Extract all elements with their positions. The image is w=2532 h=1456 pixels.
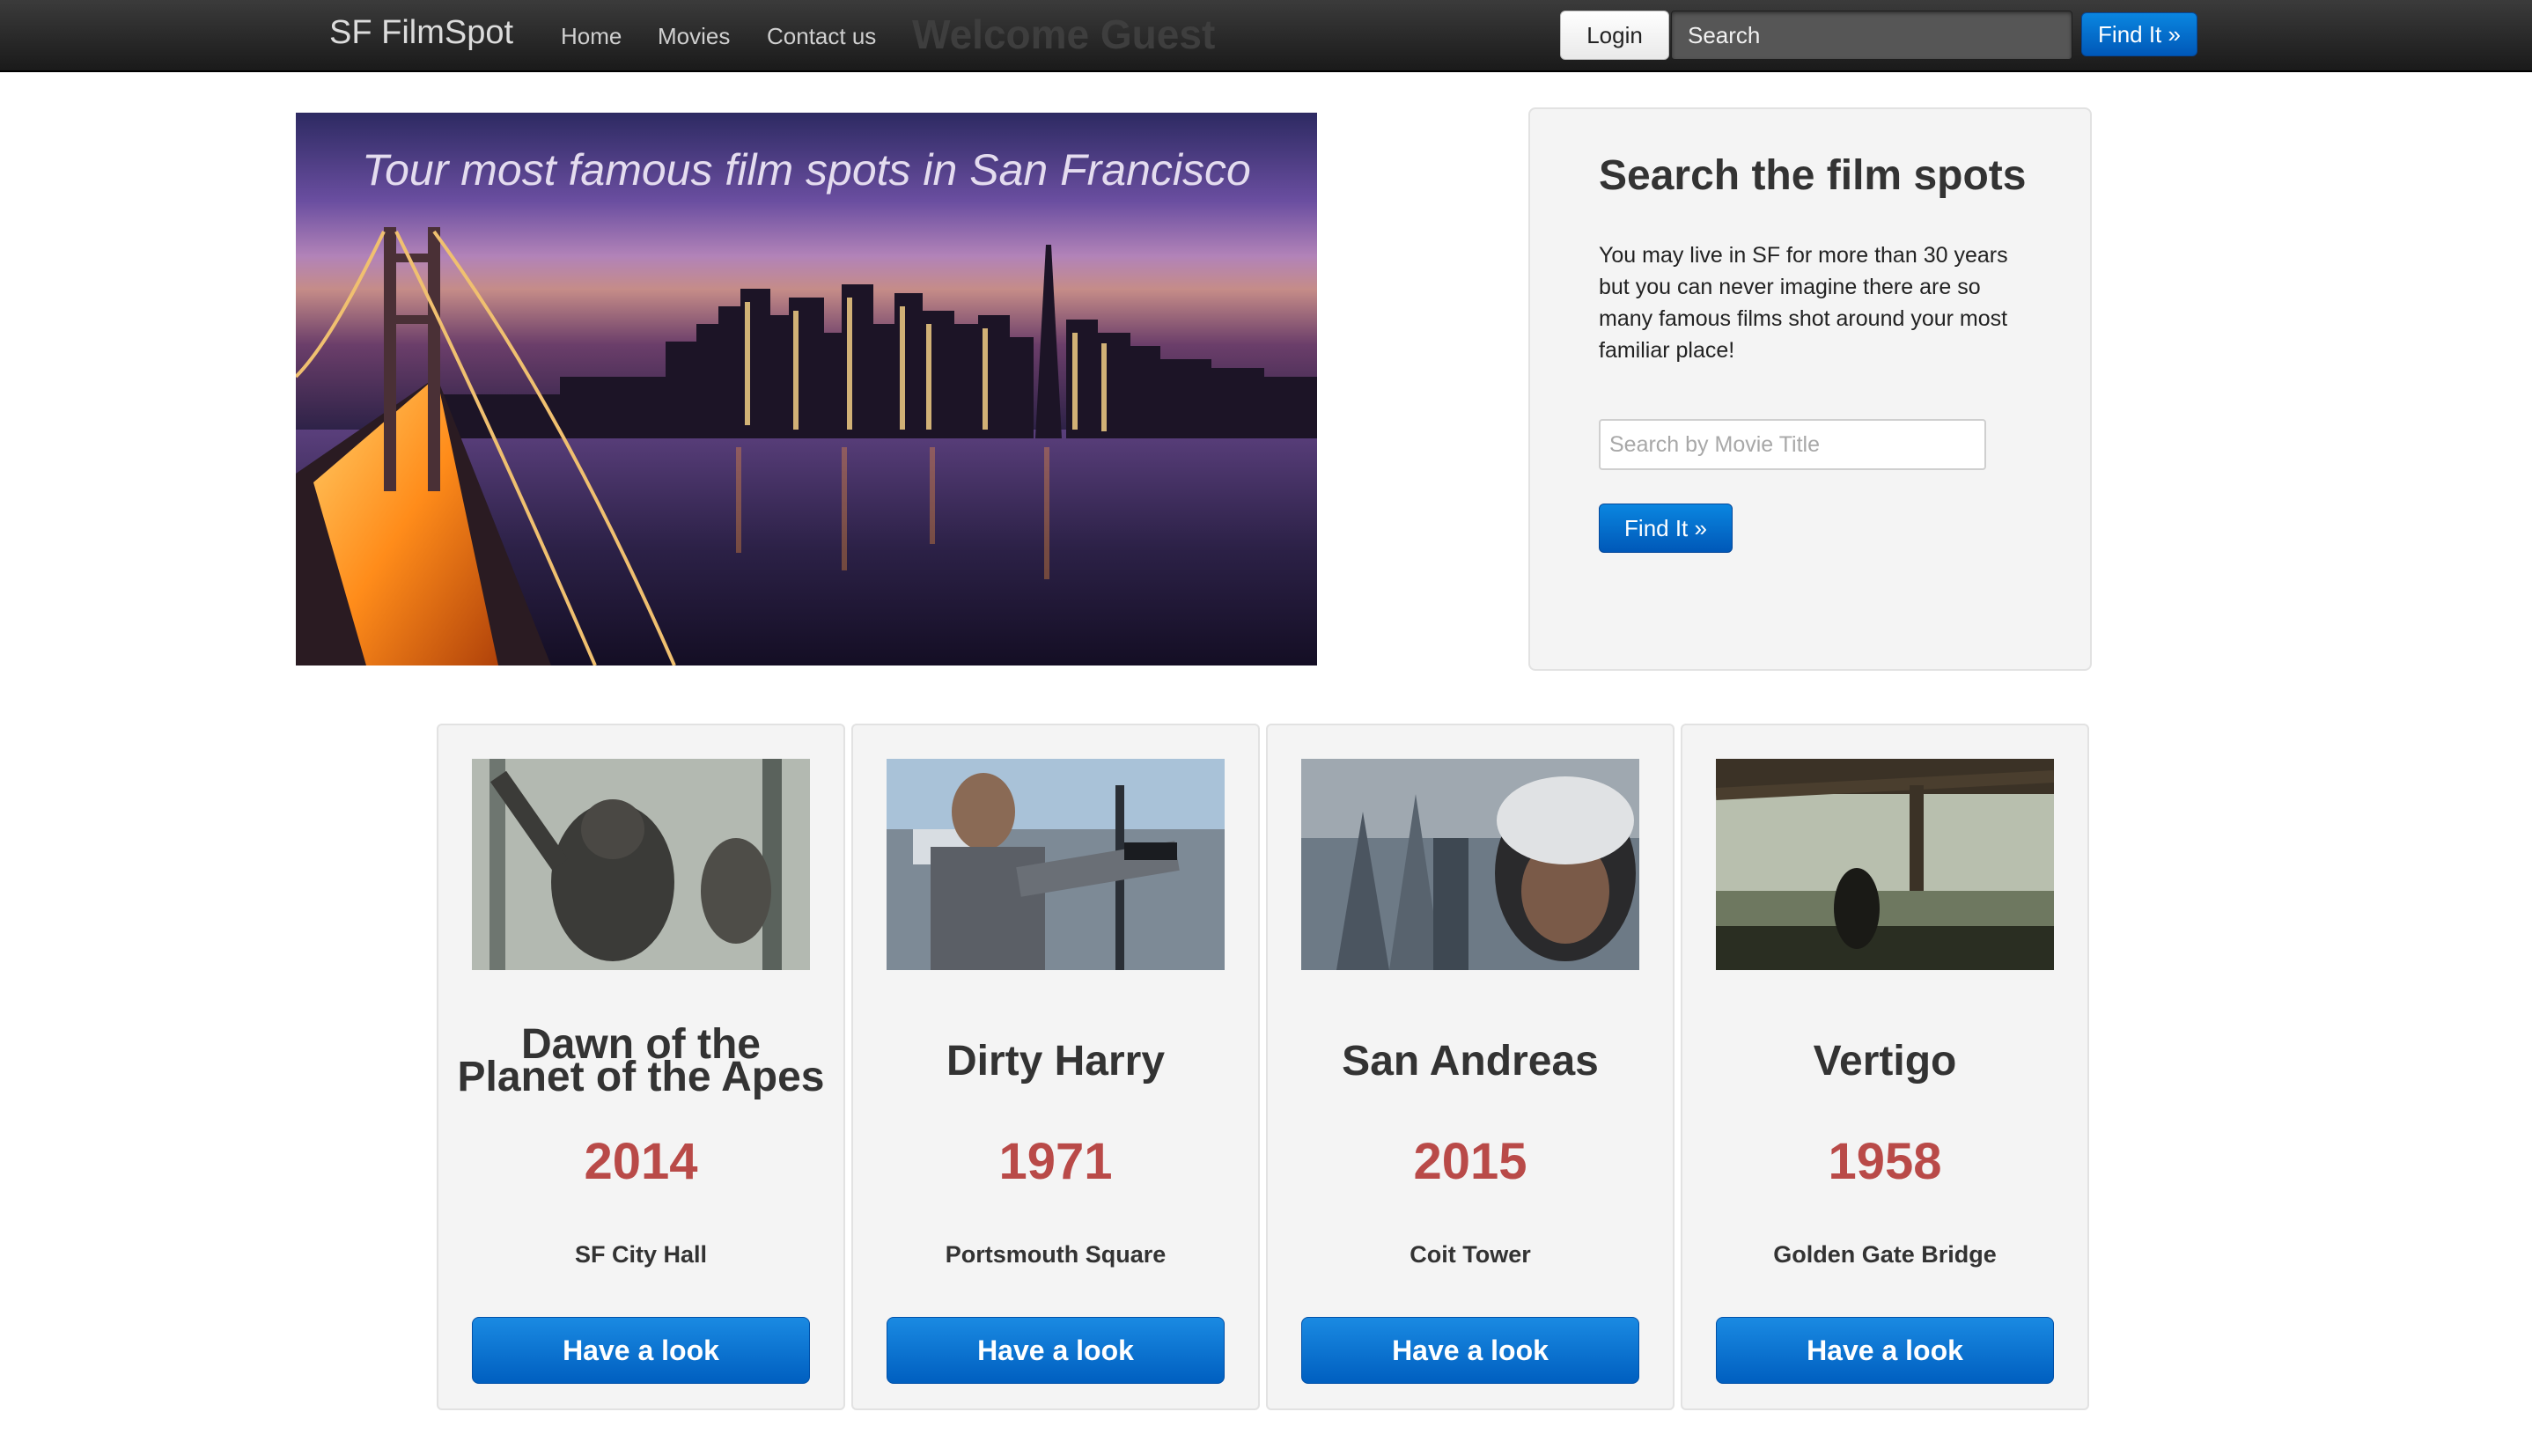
search-panel-title: Search the film spots <box>1599 152 2027 199</box>
movie-card: Dawn of the Planet of the Apes 2014 SF C… <box>437 724 845 1410</box>
movie-card: Dirty Harry 1971 Portsmouth Square Have … <box>851 724 1260 1410</box>
hero-caption: Tour most famous film spots in San Franc… <box>362 145 1251 195</box>
movie-card: San Andreas 2015 Coit Tower Have a look <box>1266 724 1675 1410</box>
movie-card: Vertigo 1958 Golden Gate Bridge Have a l… <box>1681 724 2089 1410</box>
movie-poster-image[interactable] <box>887 759 1225 970</box>
movie-year: 1971 <box>998 1133 1113 1190</box>
search-panel-description: You may live in SF for more than 30 year… <box>1599 243 2008 363</box>
movie-year: 1958 <box>1828 1133 1942 1190</box>
find-it-button[interactable]: Find It » <box>1599 504 1733 553</box>
movie-year: 2014 <box>584 1133 698 1190</box>
nav-contact-link[interactable]: Contact us <box>767 23 876 50</box>
movie-title: San Andreas <box>1342 1037 1599 1085</box>
nav-home-link[interactable]: Home <box>561 23 622 50</box>
movie-poster-image[interactable] <box>1716 759 2054 970</box>
movie-location: SF City Hall <box>574 1241 708 1268</box>
login-button[interactable]: Login <box>1560 11 1669 60</box>
navbar-find-button[interactable]: Find It » <box>2081 12 2197 56</box>
movie-location: Golden Gate Bridge <box>1773 1241 1997 1268</box>
movie-title: Dirty Harry <box>946 1037 1166 1085</box>
have-a-look-button[interactable]: Have a look <box>1301 1317 1639 1384</box>
welcome-message: Welcome Guest <box>912 11 1216 57</box>
top-navbar: SF FilmSpot Home Movies Contact us Welco… <box>0 0 2532 72</box>
search-panel: Search the film spots You may live in SF… <box>1528 107 2092 671</box>
have-a-look-button[interactable]: Have a look <box>887 1317 1225 1384</box>
movie-year: 2015 <box>1413 1133 1527 1190</box>
have-a-look-button[interactable]: Have a look <box>1716 1317 2054 1384</box>
have-a-look-button[interactable]: Have a look <box>472 1317 810 1384</box>
movie-poster-image[interactable] <box>472 759 810 970</box>
movie-title: Dawn of the Planet of the Apes <box>457 1021 825 1100</box>
movie-location: Coit Tower <box>1410 1241 1531 1268</box>
bay-bridge-skyline-image <box>296 227 1317 665</box>
navbar-search-input[interactable] <box>1671 11 2072 60</box>
movie-poster-image[interactable] <box>1301 759 1639 970</box>
movie-location: Portsmouth Square <box>945 1241 1167 1268</box>
movie-title-search-input[interactable] <box>1599 419 1986 470</box>
hero-banner: Tour most famous film spots in San Franc… <box>296 113 1317 665</box>
movie-title: Vertigo <box>1813 1037 1957 1085</box>
nav-movies-link[interactable]: Movies <box>658 23 730 50</box>
brand-logo[interactable]: SF FilmSpot <box>329 14 513 52</box>
